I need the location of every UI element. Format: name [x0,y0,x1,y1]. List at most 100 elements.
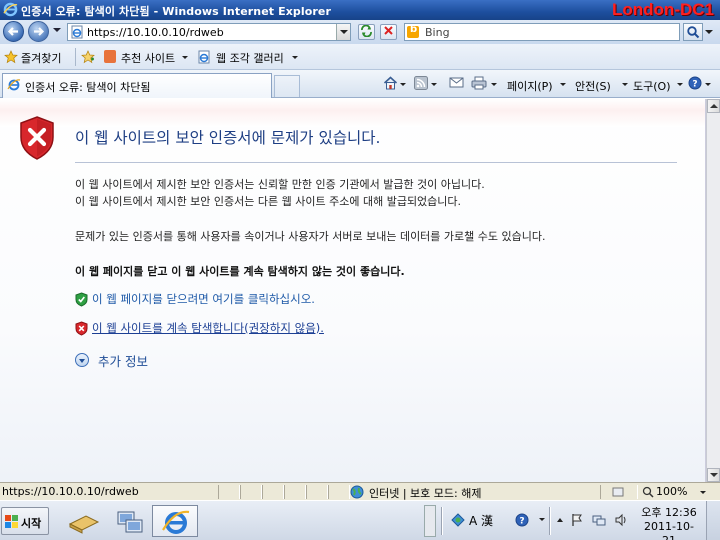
tab-certificate-error[interactable]: 인증서 오류: 탐색이 차단됨 [2,73,272,98]
page-menu-arrow [560,83,566,86]
taskbar-server-manager[interactable] [60,505,106,537]
refresh-icon [361,24,372,38]
more-information-label: 추가 정보 [98,354,148,369]
status-panel [240,485,262,499]
safety-menu[interactable]: 안전(S) [575,78,611,94]
home-dropdown[interactable] [400,83,406,86]
address-input[interactable]: https://10.10.0.10/rdweb [67,23,351,41]
vertical-scrollbar[interactable] [706,99,720,482]
search-button[interactable] [683,23,703,41]
pop-up-blocker-icon [612,487,624,497]
safety-menu-arrow [622,83,628,86]
tools-menu[interactable]: 도구(O) [633,78,670,94]
clock-date: 2011-10-21 [644,520,694,540]
help-dropdown[interactable] [705,83,711,86]
heading-divider [75,162,677,163]
forward-arrow-icon [34,27,45,36]
scroll-down-button[interactable] [707,468,720,482]
page-menu[interactable]: 페이지(P) [507,78,553,94]
forward-button[interactable] [28,21,49,42]
status-panel [284,485,306,499]
error-page: 이 웹 사이트의 보안 인증서에 문제가 있습니다. 이 웹 사이트에서 제시한… [0,99,706,482]
start-label: 시작 [21,517,42,530]
suggested-sites-icon [104,50,116,63]
reason-line-1: 이 웹 사이트에서 제시한 보안 인증서는 신뢰할 만한 인증 기관에서 발급한… [75,178,485,191]
compatibility-view-button[interactable] [358,24,375,40]
tray-separator [441,507,443,535]
home-icon[interactable] [383,76,398,90]
title-bar: 인증서 오류: 탐색이 차단됨 - Windows Internet Explo… [0,0,720,20]
stop-button[interactable] [380,24,397,40]
taskbar-network[interactable] [106,505,152,537]
status-url: https://10.10.0.10/rdweb [2,485,139,498]
error-banner-background [0,99,705,127]
web-slice-dropdown[interactable] [292,56,298,59]
web-slice-gallery-link[interactable]: 웹 조각 갤러리 [216,50,284,66]
status-panel [306,485,328,499]
ime-indicator[interactable]: A 漢 [469,512,493,529]
taskbar-internet-explorer[interactable] [152,505,198,537]
search-options-dropdown[interactable] [705,30,713,34]
svg-text:?: ? [692,80,697,90]
favorites-button[interactable]: 즐겨찾기 [21,50,61,66]
address-dropdown-button[interactable] [336,24,350,40]
scroll-up-button[interactable] [707,99,720,113]
suggested-sites-dropdown[interactable] [182,56,188,59]
show-hidden-icons-button[interactable] [557,518,563,522]
language-bar-icon[interactable] [451,513,465,527]
print-icon[interactable] [471,76,487,90]
host-label: London-DC1 [612,0,714,19]
error-shield-icon [20,116,54,160]
read-mail-icon[interactable] [449,76,464,89]
taskbar: 시작 A 漢 ? 오후 12:36 2011-10- [0,500,720,540]
start-button[interactable]: 시작 [1,507,49,535]
favorites-separator [75,48,76,66]
zoom-dropdown[interactable] [700,491,706,494]
ime-help-icon[interactable]: ? [515,513,529,527]
add-favorite-icon[interactable] [81,50,95,64]
show-desktop-button[interactable] [706,501,720,540]
print-dropdown[interactable] [491,83,497,86]
address-url: https://10.10.0.10/rdweb [87,26,224,39]
continue-website-link[interactable]: 이 웹 사이트를 계속 탐색합니다(권장하지 않음). [92,320,324,336]
system-clock[interactable]: 오후 12:36 2011-10-21 [640,506,698,540]
tray-separator [549,507,551,535]
feeds-dropdown[interactable] [431,83,437,86]
windows-logo-icon [5,515,18,528]
zoom-level[interactable]: 100% [656,485,687,498]
taskbar-scroll[interactable] [424,505,436,537]
stop-x-icon [384,26,393,35]
back-button[interactable] [3,21,24,42]
tools-menu-arrow [677,83,683,86]
magnifier-icon [687,26,700,39]
svg-text:?: ? [519,517,524,527]
red-shield-x-icon [75,321,88,336]
feeds-icon[interactable] [414,76,428,90]
internet-explorer-icon [162,510,190,534]
tab-page-icon [7,79,21,91]
network-tray-icon[interactable] [592,513,606,527]
tab-label: 인증서 오류: 탐색이 차단됨 [25,81,151,94]
help-icon[interactable]: ? [688,76,702,90]
volume-tray-icon[interactable] [614,513,628,527]
clock-time: 오후 12:36 [641,506,697,519]
web-slice-icon [198,50,210,64]
tab-command-bar: 인증서 오류: 탐색이 차단됨 페이지(P) 안전(S) 도구(O) ? [0,70,720,98]
address-toolbar: https://10.10.0.10/rdweb Bing [0,20,720,44]
recommendation-text: 이 웹 페이지를 닫고 이 웹 사이트를 계속 탐색하지 않는 것이 좋습니다. [75,265,405,278]
status-panel [262,485,284,499]
ime-options-dropdown[interactable] [539,518,545,521]
suggested-sites-link[interactable]: 추천 사이트 [121,50,175,66]
close-page-link[interactable]: 이 웹 페이지를 닫으려면 여기를 클릭하십시오. [92,291,315,307]
internet-globe-icon [350,485,364,499]
action-center-flag-icon[interactable] [570,513,584,527]
new-tab-button[interactable] [274,75,300,97]
status-panel [218,485,240,499]
search-placeholder: Bing [425,26,450,39]
favorites-star-icon [4,50,18,64]
recent-pages-dropdown[interactable] [53,28,61,32]
search-input[interactable]: Bing [404,23,680,41]
expand-chevron-icon [75,353,89,367]
bing-icon [407,24,419,38]
ie-logo-icon [3,2,18,17]
